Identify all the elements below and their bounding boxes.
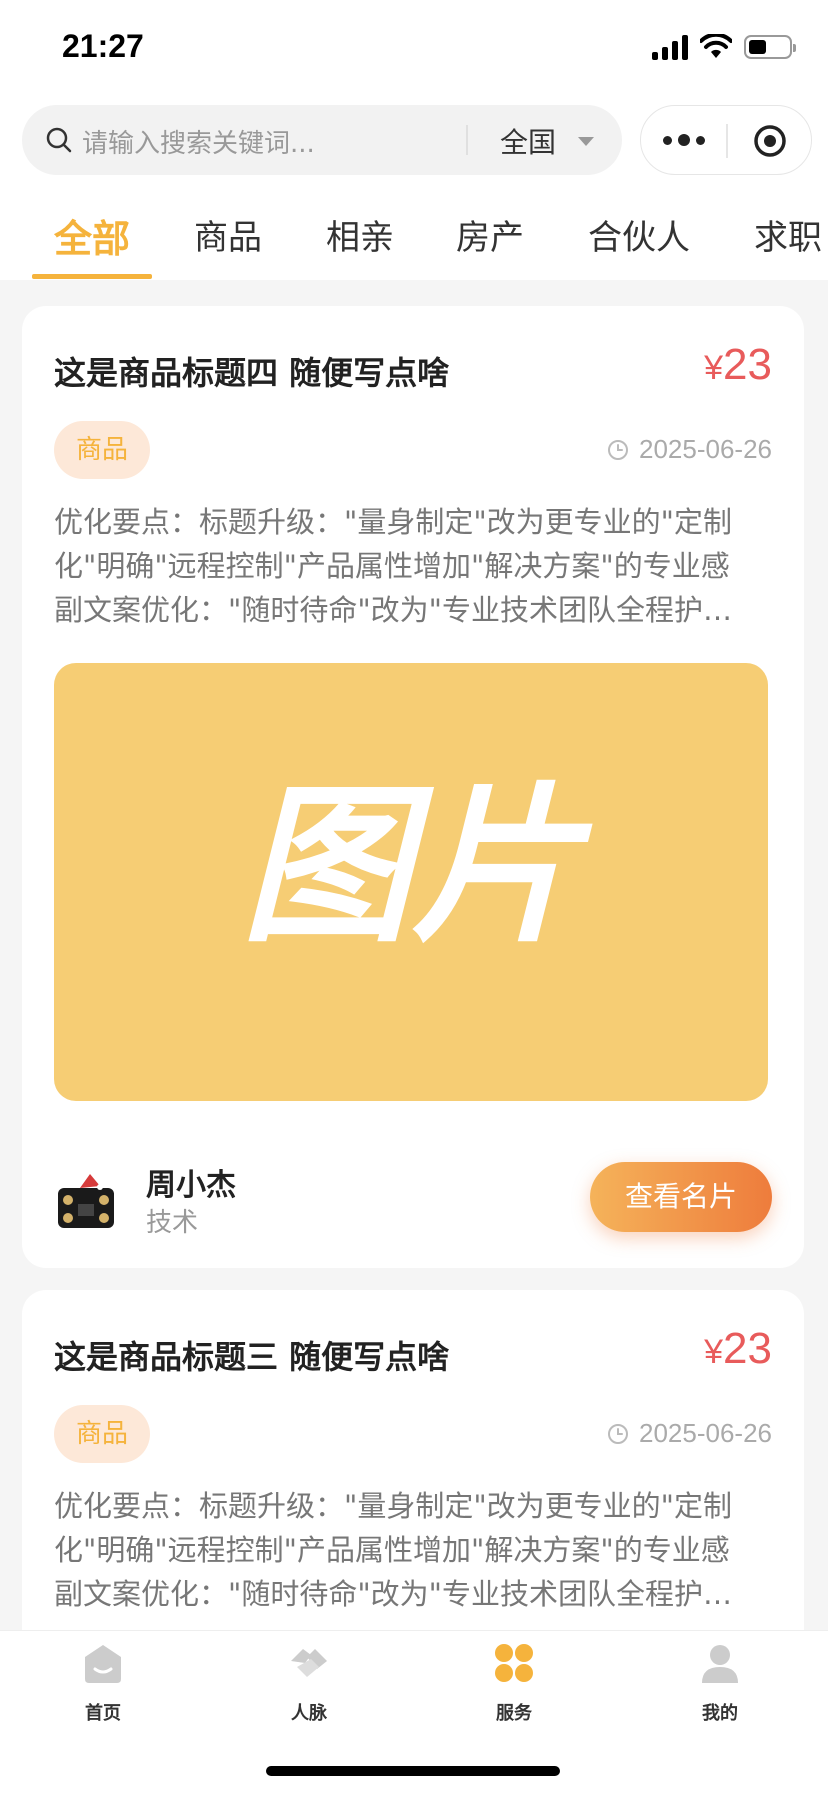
- status-bar: 21:27: [0, 0, 828, 100]
- post-card[interactable]: 这是商品标题四 随便写点啥 ¥23 商品 2025-06-26 优化要点：标题升…: [22, 306, 804, 1268]
- tab-property[interactable]: 房产: [456, 210, 524, 259]
- header: 请输入搜索关键词... 全国 全部 商品 相亲 房产 合伙人 求职: [0, 100, 828, 280]
- status-icons: [652, 34, 796, 60]
- clock-icon: [608, 439, 628, 460]
- post-title: 这是商品标题四 随便写点啥: [54, 354, 450, 392]
- user-icon: [702, 1645, 738, 1683]
- tabbar-label: 首页: [85, 1703, 121, 1724]
- author-name: 周小杰: [146, 1168, 236, 1203]
- post-description: 优化要点：标题升级："量身制定"改为更专业的"定制 化"明确"远程控制"产品属性…: [54, 1489, 733, 1611]
- tabbar-label: 我的: [702, 1703, 738, 1724]
- tabbar-item-mine[interactable]: 我的: [660, 1641, 780, 1725]
- battery-level: [749, 40, 766, 54]
- category-tag: 商品: [54, 421, 150, 479]
- battery-icon: [744, 35, 796, 59]
- author-role: 技术: [146, 1208, 199, 1238]
- post-date: 2025-06-26: [607, 434, 772, 465]
- close-target-icon[interactable]: [753, 124, 787, 158]
- tabbar-item-services[interactable]: 服务: [454, 1641, 574, 1725]
- category-tabs: 全部 商品 相亲 房产 合伙人 求职: [0, 200, 828, 280]
- more-icon[interactable]: [663, 134, 705, 146]
- post-description: 优化要点：标题升级："量身制定"改为更专业的"定制 化"明确"远程控制"产品属性…: [54, 505, 733, 627]
- tab-partner[interactable]: 合伙人: [588, 210, 690, 259]
- search-icon: [46, 127, 72, 153]
- tab-jobs[interactable]: 求职: [754, 210, 822, 259]
- image-placeholder-graphic: 图片: [241, 768, 593, 966]
- category-tag: 商品: [54, 1405, 150, 1463]
- chevron-down-icon[interactable]: [578, 137, 594, 146]
- search-bar[interactable]: 请输入搜索关键词... 全国: [22, 105, 622, 175]
- post-date: 2025-06-26: [607, 1418, 772, 1449]
- home-indicator: [266, 1766, 560, 1776]
- tabbar-label: 服务: [496, 1703, 532, 1724]
- wifi-icon: [700, 34, 732, 58]
- tab-dating[interactable]: 相亲: [326, 210, 394, 259]
- tabbar-item-home[interactable]: 首页: [43, 1641, 163, 1725]
- search-input[interactable]: 请输入搜索关键词...: [82, 123, 315, 160]
- capsule-divider: [726, 124, 728, 158]
- tab-all[interactable]: 全部: [54, 208, 130, 263]
- post-title: 这是商品标题三 随便写点啥: [54, 1338, 450, 1376]
- post-price: ¥23: [704, 1324, 772, 1373]
- search-divider: [466, 125, 468, 155]
- post-image[interactable]: 图片: [54, 663, 768, 1101]
- region-selector[interactable]: 全国: [500, 121, 556, 161]
- tabbar-item-contacts[interactable]: 人脉: [249, 1641, 369, 1725]
- active-tab-indicator: [32, 274, 152, 279]
- tab-goods[interactable]: 商品: [194, 210, 262, 259]
- mini-program-capsule: [640, 105, 812, 175]
- clock-icon: [608, 1423, 628, 1444]
- post-price: ¥23: [704, 340, 772, 389]
- view-card-button[interactable]: 查看名片: [590, 1162, 772, 1232]
- tabbar-label: 人脉: [291, 1703, 327, 1724]
- svg-text:图片: 图片: [241, 768, 593, 966]
- cellular-signal-icon: [652, 34, 688, 60]
- avatar[interactable]: [50, 1166, 122, 1238]
- handshake-icon: [291, 1649, 327, 1677]
- grid-icon: [495, 1644, 533, 1682]
- status-time: 21:27: [62, 28, 144, 64]
- home-icon: [85, 1645, 121, 1683]
